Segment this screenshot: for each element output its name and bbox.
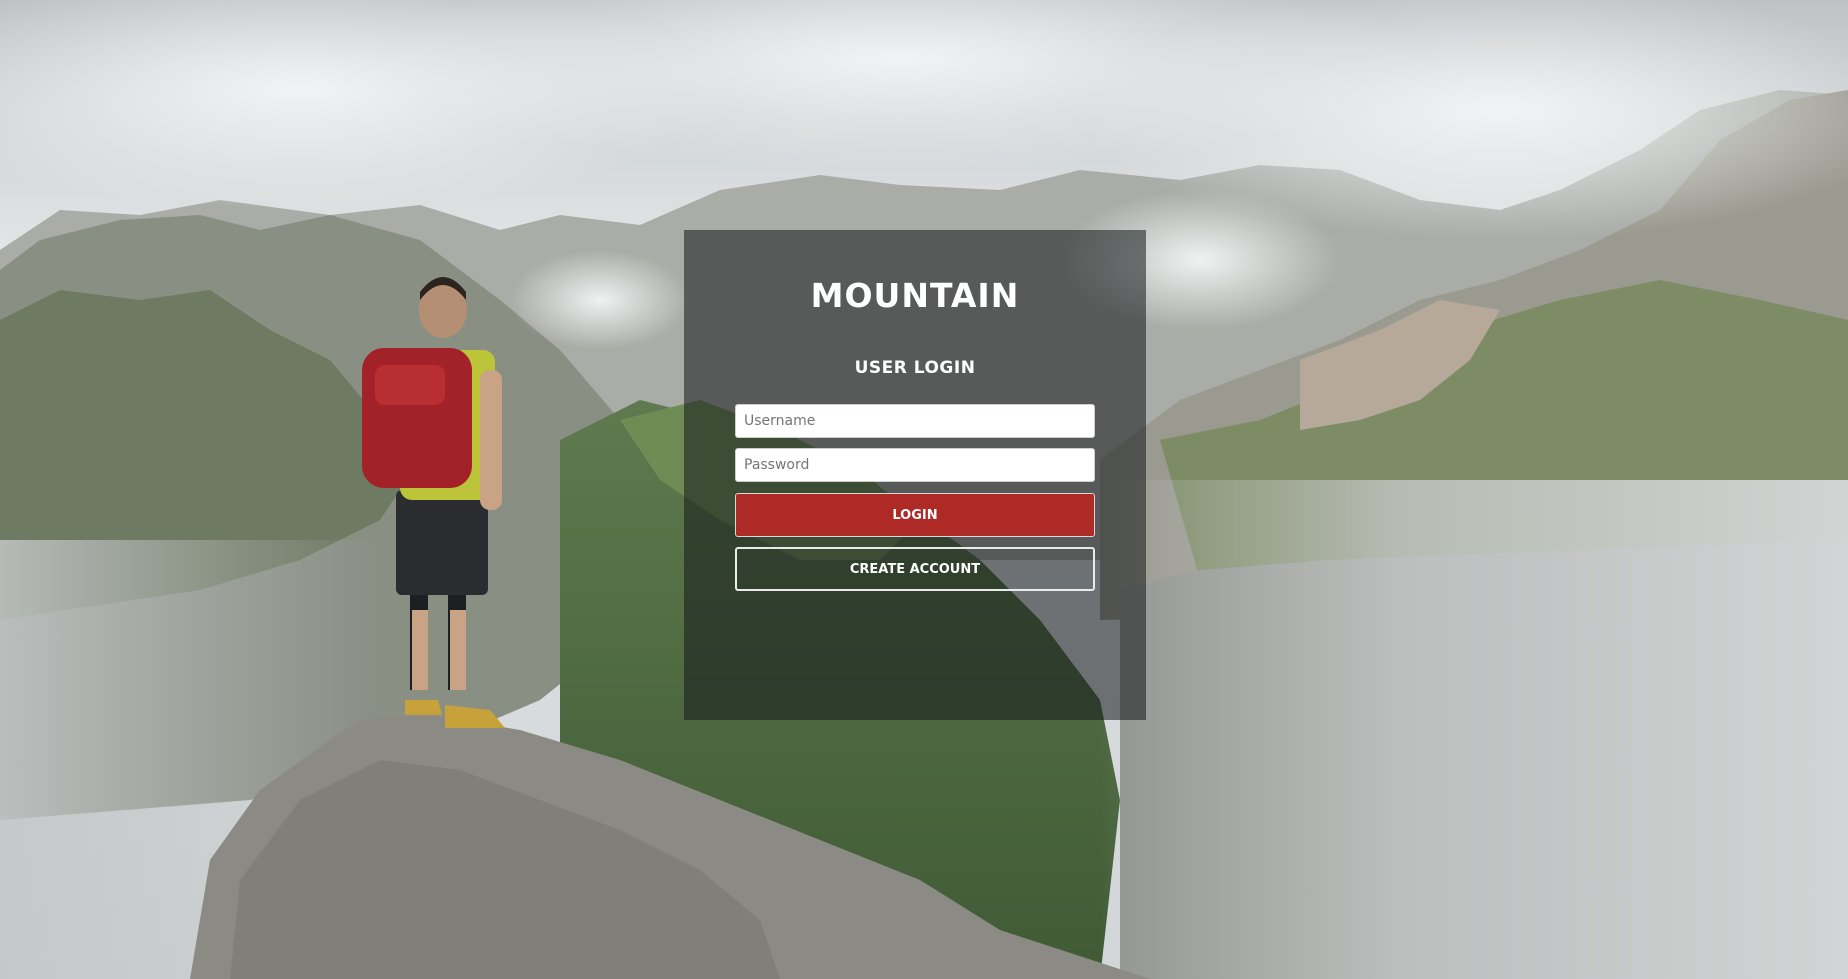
brand-title: MOUNTAIN [810, 276, 1020, 315]
login-panel: MOUNTAIN USER LOGIN LOGIN CREATE ACCOUNT [684, 230, 1146, 720]
create-account-button[interactable]: CREATE ACCOUNT [735, 547, 1095, 591]
login-heading: USER LOGIN [854, 358, 976, 378]
create-account-button-label: CREATE ACCOUNT [849, 561, 981, 577]
login-page: MOUNTAIN USER LOGIN LOGIN CREATE ACCOUNT [0, 0, 1848, 979]
login-button-label: LOGIN [892, 507, 938, 523]
username-input[interactable] [735, 404, 1095, 438]
login-button[interactable]: LOGIN [735, 493, 1095, 537]
password-input[interactable] [735, 448, 1095, 482]
